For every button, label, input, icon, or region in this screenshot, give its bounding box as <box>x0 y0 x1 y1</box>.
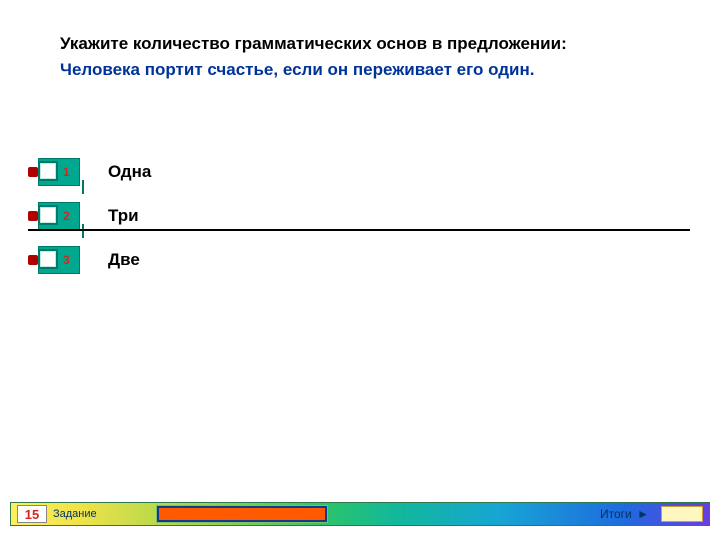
answers-list: 1 Одна 2 Три 3 Две <box>28 150 151 282</box>
answer-label: Три <box>108 206 139 226</box>
question-prompt: Укажите количество грамматических основ … <box>60 32 670 56</box>
answer-ticker-1[interactable]: 1 <box>28 157 80 187</box>
answer-row: 2 Три <box>28 194 151 238</box>
answer-ticker-2[interactable]: 2 <box>28 201 80 231</box>
connector-line <box>82 224 84 238</box>
connector-line <box>82 180 84 194</box>
totals-label-text: Итоги <box>600 507 632 521</box>
checkbox-icon <box>38 205 58 225</box>
ticker-insert-icon <box>28 211 38 221</box>
answer-label: Две <box>108 250 140 270</box>
question-block: Укажите количество грамматических основ … <box>60 32 670 82</box>
question-sentence: Человека портит счастье, если он пережив… <box>60 58 670 82</box>
arrow-right-icon: ► <box>637 507 649 521</box>
task-number-box: 15 <box>17 505 47 523</box>
checkbox-icon <box>38 249 58 269</box>
ticker-insert-icon <box>28 255 38 265</box>
totals-button[interactable]: Итоги ► <box>600 507 649 521</box>
footer-bar: 15 Задание Итоги ► <box>10 502 710 526</box>
task-label: Задание <box>53 508 97 520</box>
ticker-insert-icon <box>28 167 38 177</box>
answer-row: 1 Одна <box>28 150 151 194</box>
answer-label: Одна <box>108 162 151 182</box>
answer-ticker-3[interactable]: 3 <box>28 245 80 275</box>
answer-row: 3 Две <box>28 238 151 282</box>
checkbox-icon <box>38 161 58 181</box>
progress-bar <box>157 506 327 522</box>
answer-number: 2 <box>63 209 70 223</box>
answer-number: 1 <box>63 165 70 179</box>
answer-number: 3 <box>63 253 70 267</box>
divider-line <box>28 229 690 231</box>
totals-value-box <box>661 506 703 522</box>
